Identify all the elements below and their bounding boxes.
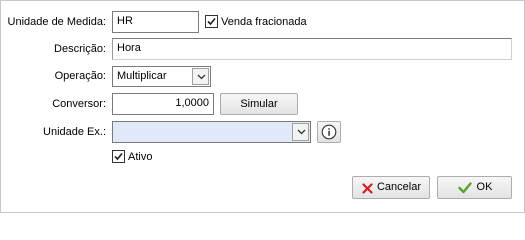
unidade-ex-label: Unidade Ex.: xyxy=(43,126,106,138)
ok-label: OK xyxy=(476,181,493,193)
chevron-down-icon xyxy=(297,129,306,135)
info-icon xyxy=(321,124,337,140)
unidade-label: Unidade de Medida: xyxy=(7,16,106,28)
unidade-ex-select[interactable] xyxy=(112,121,311,143)
simular-button[interactable]: Simular xyxy=(220,93,298,115)
chevron-down-icon xyxy=(197,74,206,80)
descricao-label: Descrição: xyxy=(54,43,106,55)
check-icon xyxy=(207,17,216,26)
simular-label: Simular xyxy=(240,98,278,110)
conversor-label: Conversor: xyxy=(52,98,106,110)
unidade-ex-dropdown-button[interactable] xyxy=(292,123,309,141)
checkmark-icon xyxy=(458,182,472,194)
conversor-input[interactable]: 1,0000 xyxy=(112,93,214,115)
cancelar-label: Cancelar xyxy=(376,181,422,193)
close-icon xyxy=(362,183,373,194)
operacao-dropdown-button[interactable] xyxy=(192,68,209,85)
ativo-label: Ativo xyxy=(128,151,153,163)
cancelar-button[interactable]: Cancelar xyxy=(352,176,430,199)
operacao-select[interactable]: Multiplicar xyxy=(112,66,211,87)
ok-button[interactable]: OK xyxy=(437,176,512,199)
venda-fracionada-checkbox[interactable] xyxy=(205,15,218,28)
check-icon xyxy=(114,152,123,161)
info-button[interactable] xyxy=(317,121,341,143)
ativo-checkbox[interactable] xyxy=(112,150,125,163)
operacao-value: Multiplicar xyxy=(117,70,167,82)
descricao-input[interactable]: Hora xyxy=(112,38,512,60)
venda-fracionada-label: Venda fracionada xyxy=(221,16,307,28)
unidade-input[interactable]: HR xyxy=(112,11,199,33)
operacao-label: Operação: xyxy=(54,70,106,82)
